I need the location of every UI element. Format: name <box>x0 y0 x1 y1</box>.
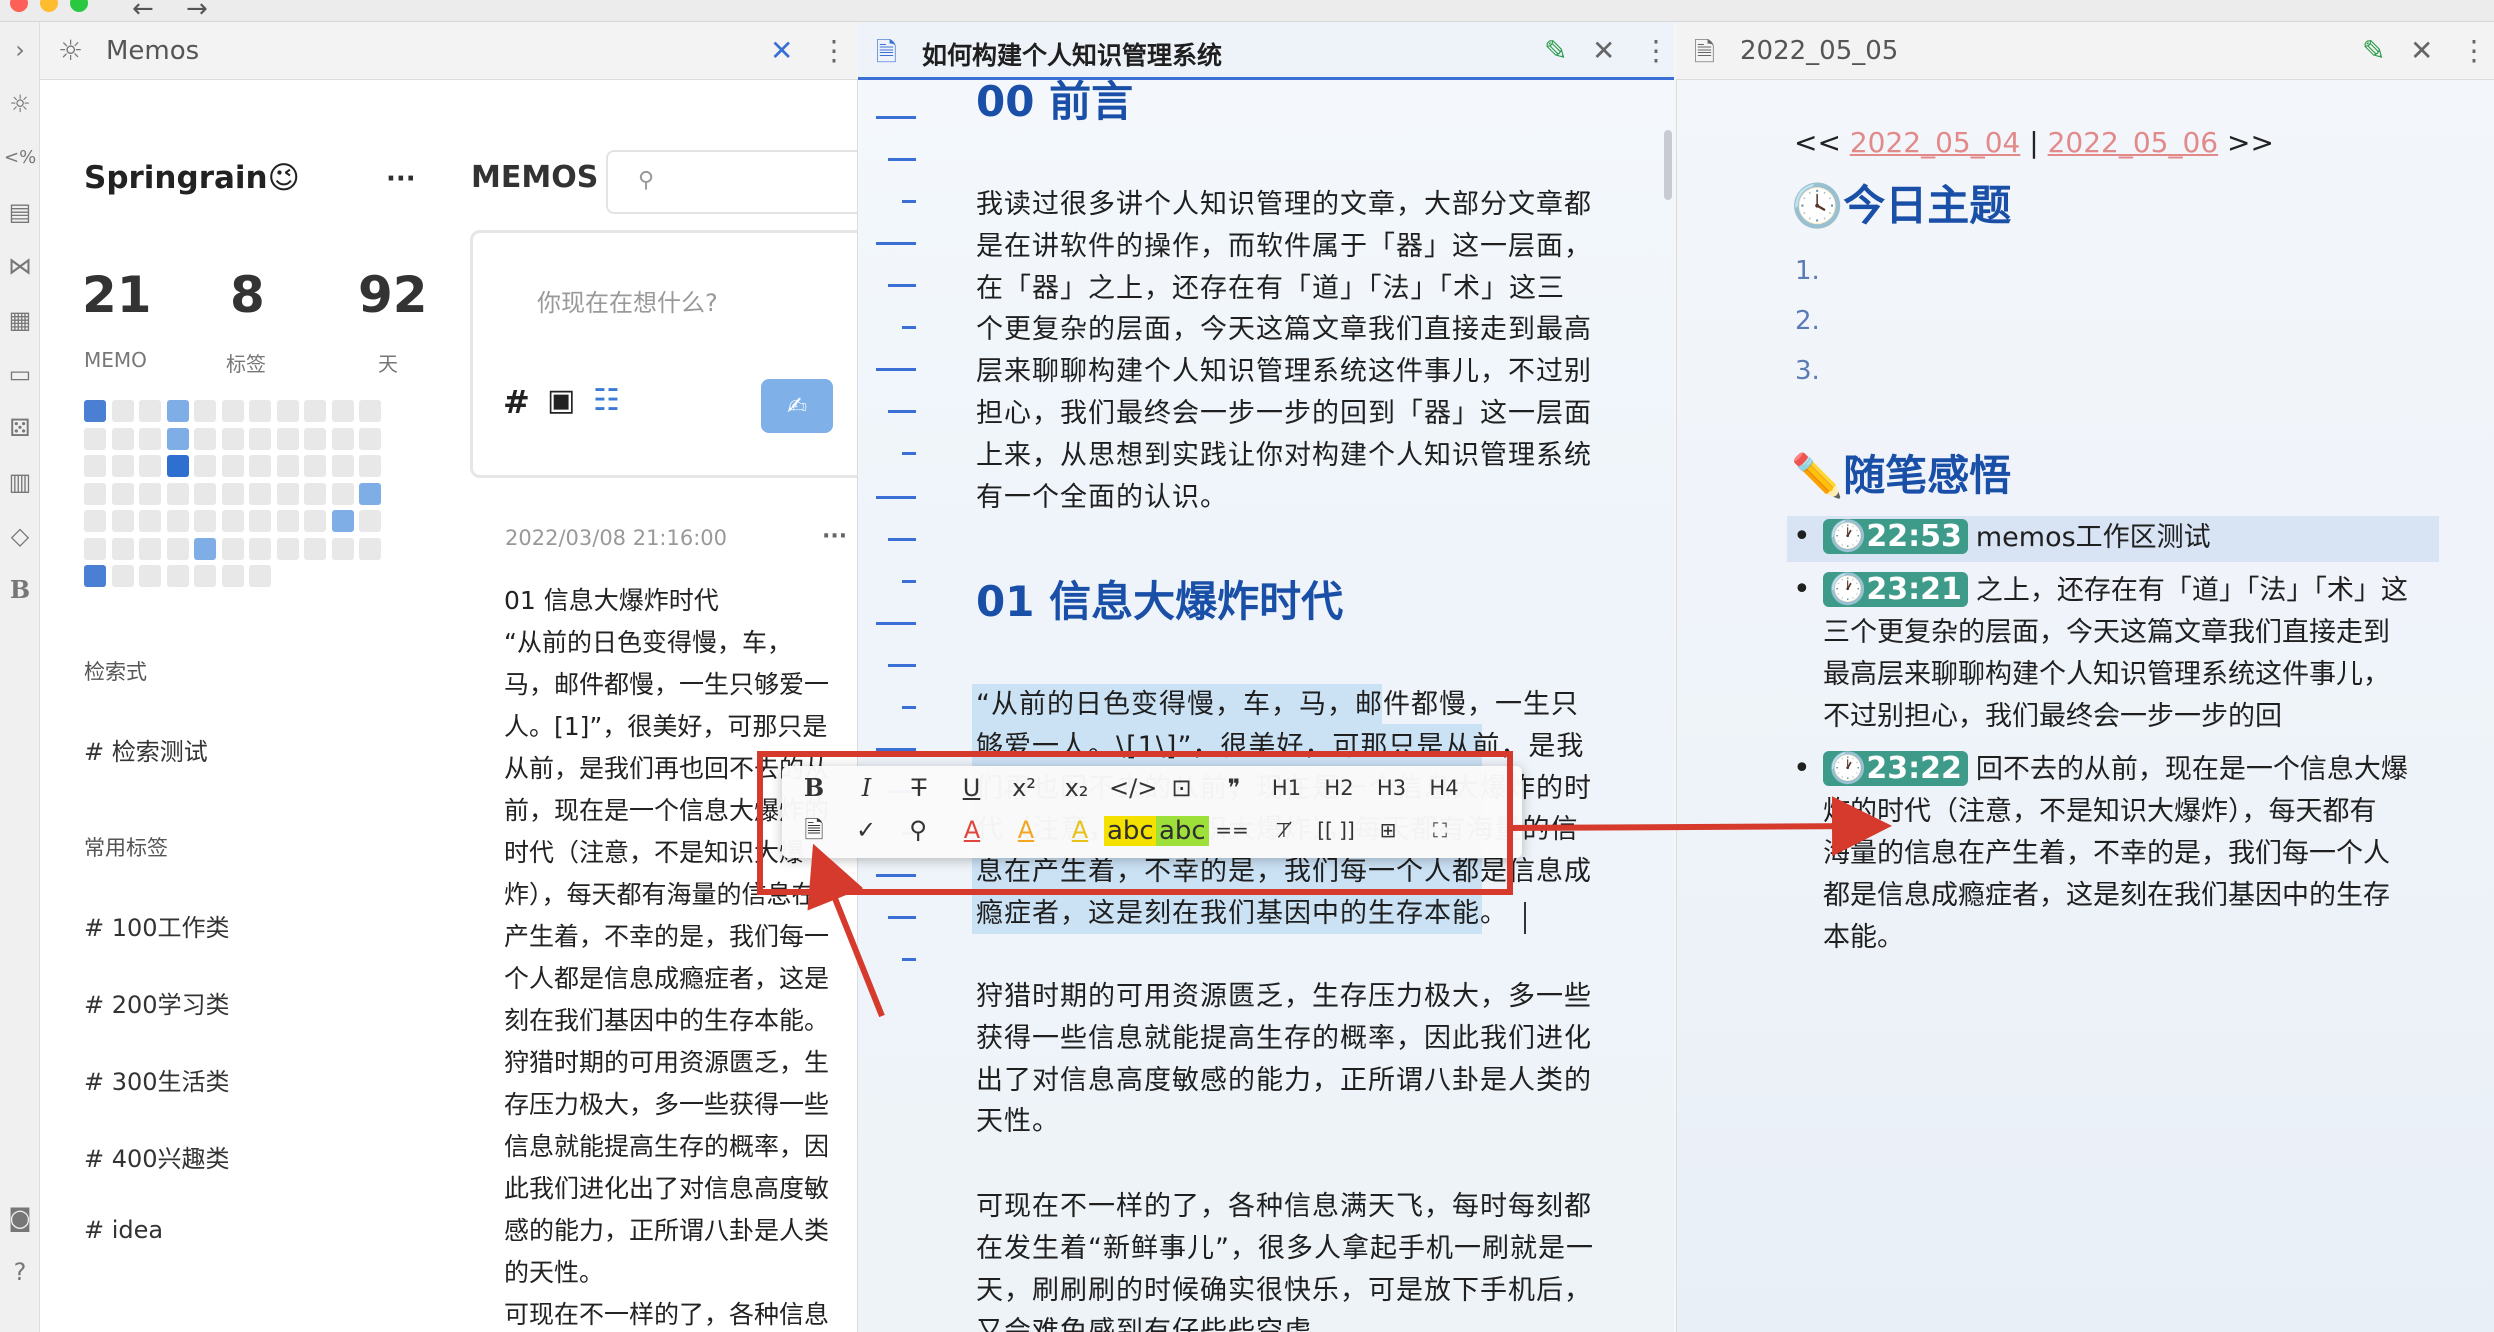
annotation-arrow <box>1511 796 1892 857</box>
annotation-box <box>757 751 1513 895</box>
annotation-arrow <box>807 843 885 1018</box>
annotation-overlay <box>757 751 1892 1018</box>
